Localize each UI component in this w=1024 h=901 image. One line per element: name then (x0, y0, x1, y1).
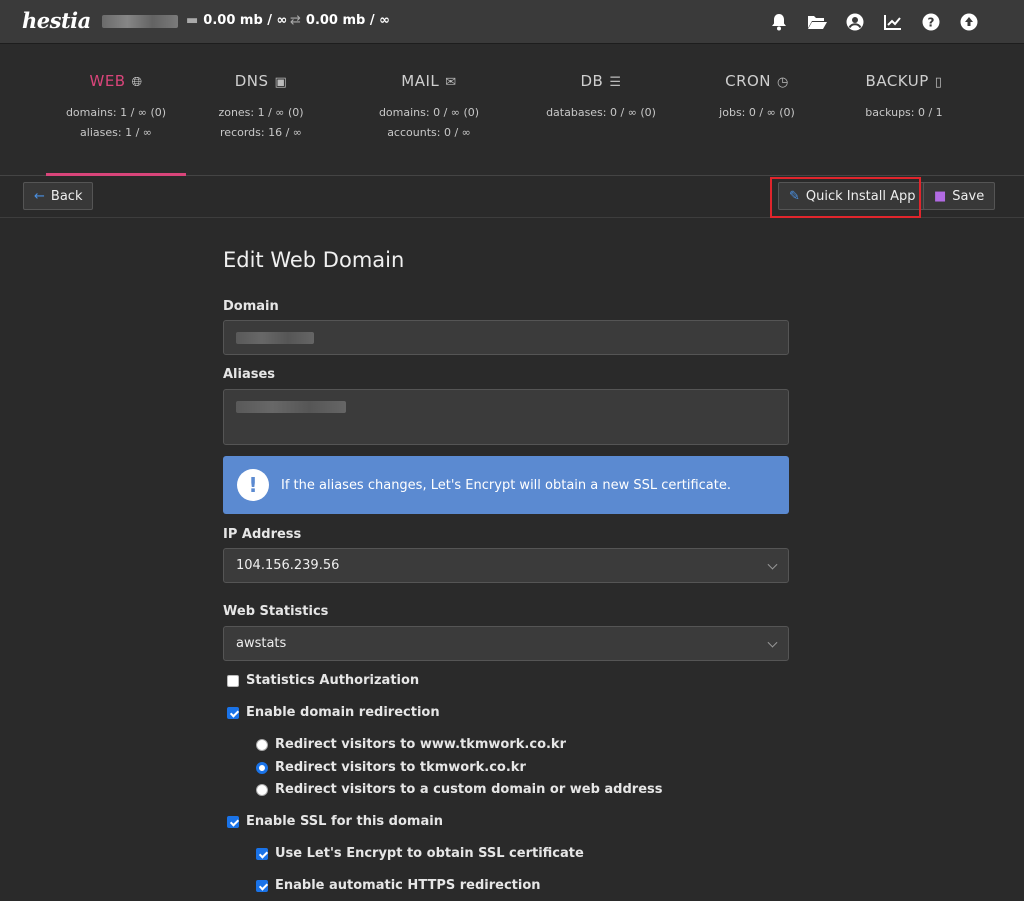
radio-button[interactable] (256, 783, 268, 796)
https-redirect-label: Enable automatic HTTPS redirection (275, 878, 541, 893)
web-statistics-label: Web Statistics (223, 604, 329, 619)
nav-backup-stat: backups: 0 / 1 (865, 106, 943, 119)
username-blurred (102, 15, 178, 28)
pencil-icon: ✎ (789, 188, 800, 204)
clock-icon: ◷ (777, 75, 789, 90)
redirect-option-custom[interactable]: Redirect visitors to a custom domain or … (256, 782, 663, 797)
user-circle-icon[interactable] (844, 11, 866, 33)
domain-label: Domain (223, 299, 279, 314)
letsencrypt-label: Use Let's Encrypt to obtain SSL certific… (275, 846, 584, 861)
redirect-option-label: Redirect visitors to a custom domain or … (275, 782, 663, 797)
alert-text: If the aliases changes, Let's Encrypt wi… (281, 477, 731, 493)
back-label: Back (50, 188, 83, 204)
redirect-option-label: Redirect visitors to www.tkmwork.co.kr (275, 737, 566, 752)
quick-install-label: Quick Install App (805, 188, 916, 204)
nav-web[interactable]: WEB 🌐︎ domains: 1 / ∞ (0) aliases: 1 / ∞ (46, 44, 186, 176)
chevron-down-icon (767, 559, 778, 570)
help-icon[interactable]: ? (920, 11, 942, 33)
save-button[interactable]: ■ Save (923, 182, 996, 210)
checkbox[interactable] (227, 815, 239, 828)
quick-install-app-button[interactable]: ✎ Quick Install App (778, 182, 927, 210)
nav-cron-stat: jobs: 0 / ∞ (0) (719, 106, 795, 119)
mail-icon: ✉ (445, 75, 457, 90)
nav-mail-stat: accounts: 0 / ∞ (387, 126, 471, 139)
hdd-icon: ▬ (186, 13, 199, 28)
checkbox[interactable] (256, 847, 268, 860)
arrow-circle-up-icon[interactable] (958, 11, 980, 33)
https-redirect-checkbox[interactable]: Enable automatic HTTPS redirection (256, 878, 541, 893)
nav-db[interactable]: DB ☰ databases: 0 / ∞ (0) (536, 44, 666, 175)
back-button[interactable]: ← Back (23, 182, 94, 210)
bell-icon[interactable] (768, 11, 790, 33)
nav-web-stat: aliases: 1 / ∞ (80, 126, 152, 139)
nav-cron-label: CRON (725, 72, 772, 90)
folder-open-icon[interactable] (806, 11, 828, 33)
chevron-down-icon (767, 637, 778, 648)
domain-redirection-label: Enable domain redirection (246, 705, 440, 720)
toolbar: ← Back ✎ Quick Install App ■ Save (0, 176, 1024, 218)
ip-address-label: IP Address (223, 527, 302, 542)
top-bar: hestia ▬ 0.00 mb / ∞ ⇄ 0.00 mb / ∞ ? (0, 0, 1024, 44)
redirect-option-nonwww[interactable]: Redirect visitors to tkmwork.co.kr (256, 760, 526, 775)
ip-address-select[interactable]: 104.156.239.56 (223, 548, 789, 583)
checkbox[interactable] (227, 706, 239, 719)
web-statistics-select[interactable]: awstats (223, 626, 789, 661)
redirect-option-label: Redirect visitors to tkmwork.co.kr (275, 760, 526, 775)
database-icon: ☰ (609, 75, 622, 90)
nav-db-stat: databases: 0 / ∞ (0) (546, 106, 656, 119)
domain-input[interactable] (223, 320, 789, 355)
ssl-info-alert: ! If the aliases changes, Let's Encrypt … (223, 456, 789, 514)
enable-ssl-label: Enable SSL for this domain (246, 814, 443, 829)
nav-db-label: DB (580, 72, 604, 90)
floppy-disk-icon: ■ (934, 188, 947, 204)
nav-mail-label: MAIL (401, 72, 440, 90)
nav-dns-stat: records: 16 / ∞ (220, 126, 302, 139)
nav-backup-label: BACKUP (865, 72, 929, 90)
page-title: Edit Web Domain (223, 248, 405, 272)
radio-button[interactable] (256, 738, 268, 751)
arrow-left-icon: ← (34, 188, 45, 204)
statistics-authorization-checkbox[interactable]: Statistics Authorization (227, 673, 419, 688)
nav-backup[interactable]: BACKUP ▯ backups: 0 / 1 (854, 44, 954, 175)
domain-value-blurred (236, 331, 314, 344)
nav-mail-stat: domains: 0 / ∞ (0) (378, 106, 480, 119)
file-zip-icon: ▯ (934, 75, 943, 90)
nav-web-stat: domains: 1 / ∞ (0) (65, 106, 167, 119)
checkbox[interactable] (256, 879, 268, 892)
chart-line-icon[interactable] (882, 11, 904, 33)
ip-address-value: 104.156.239.56 (236, 558, 340, 573)
radio-button[interactable] (256, 761, 268, 774)
exclamation-icon: ! (237, 469, 269, 501)
globe-icon: 🌐︎ (131, 75, 143, 90)
bandwidth-usage: ⇄ 0.00 mb / ∞ (290, 13, 390, 28)
aliases-value-blurred (236, 401, 346, 413)
nav-mail[interactable]: MAIL ✉ domains: 0 / ∞ (0) accounts: 0 / ∞ (366, 44, 492, 175)
book-icon: ▣ (274, 75, 288, 90)
aliases-textarea[interactable] (223, 389, 789, 445)
letsencrypt-checkbox[interactable]: Use Let's Encrypt to obtain SSL certific… (256, 846, 584, 861)
save-label: Save (952, 188, 985, 204)
statistics-authorization-label: Statistics Authorization (246, 673, 420, 688)
nav-dns-label: DNS (234, 72, 269, 90)
redirect-option-www[interactable]: Redirect visitors to www.tkmwork.co.kr (256, 737, 566, 752)
nav-web-label: WEB (89, 72, 126, 90)
main-nav: WEB 🌐︎ domains: 1 / ∞ (0) aliases: 1 / ∞ D… (0, 44, 1024, 176)
nav-dns[interactable]: DNS ▣ zones: 1 / ∞ (0) records: 16 / ∞ (202, 44, 320, 175)
enable-ssl-checkbox[interactable]: Enable SSL for this domain (227, 814, 443, 829)
nav-cron[interactable]: CRON ◷ jobs: 0 / ∞ (0) (702, 44, 812, 175)
disk-usage: ▬ 0.00 mb / ∞ (186, 13, 288, 28)
domain-redirection-checkbox[interactable]: Enable domain redirection (227, 705, 440, 720)
aliases-label: Aliases (223, 367, 276, 382)
svg-text:?: ? (928, 16, 935, 30)
hestia-logo[interactable]: hestia (22, 8, 91, 33)
nav-dns-stat: zones: 1 / ∞ (0) (218, 106, 304, 119)
exchange-icon: ⇄ (290, 13, 301, 28)
web-statistics-value: awstats (236, 636, 287, 651)
checkbox[interactable] (227, 674, 239, 687)
